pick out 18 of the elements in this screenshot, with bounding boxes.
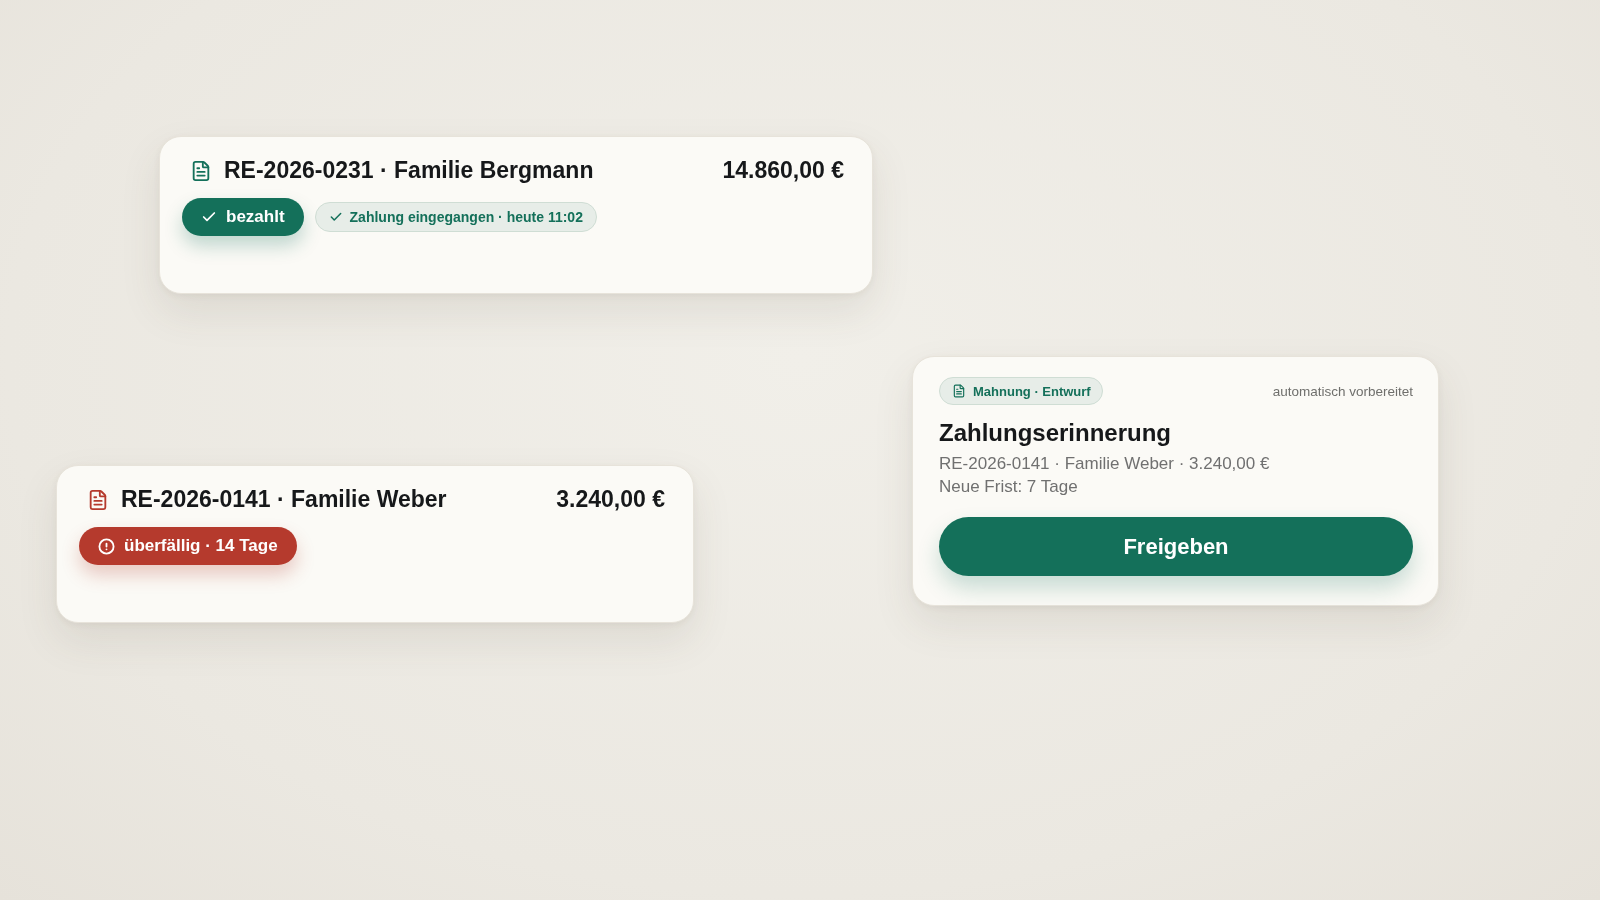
document-icon [87,488,109,511]
invoice-amount: 3.240,00 € [556,486,665,513]
invoice-title: RE-2026-0141 · Familie Weber [121,486,447,513]
reminder-detail: RE-2026-0141 · Familie Weber · 3.240,00 € [939,454,1271,474]
document-icon [952,384,966,398]
source-note: automatisch vorbereitet [1272,383,1413,399]
status-badge: überfällig · 14 Tage [79,527,297,565]
invoice-amount: 14.860,00 € [722,157,844,184]
check-icon [328,210,343,224]
status-badge: bezahlt [182,198,304,236]
reminder-detail: Neue Frist: 7 Tage [939,477,1079,497]
reminder-title: Zahlungserinnerung [939,419,1172,447]
draft-tag: Mahnung · Entwurf [939,377,1103,405]
payment-note: Zahlung eingegangen · heute 11:02 [314,202,597,232]
invoice-title: RE-2026-0231 · Familie Bergmann [224,157,594,184]
document-icon [190,159,212,182]
exclamation-circle-icon [98,537,115,555]
release-button[interactable]: Freigeben [939,517,1413,576]
